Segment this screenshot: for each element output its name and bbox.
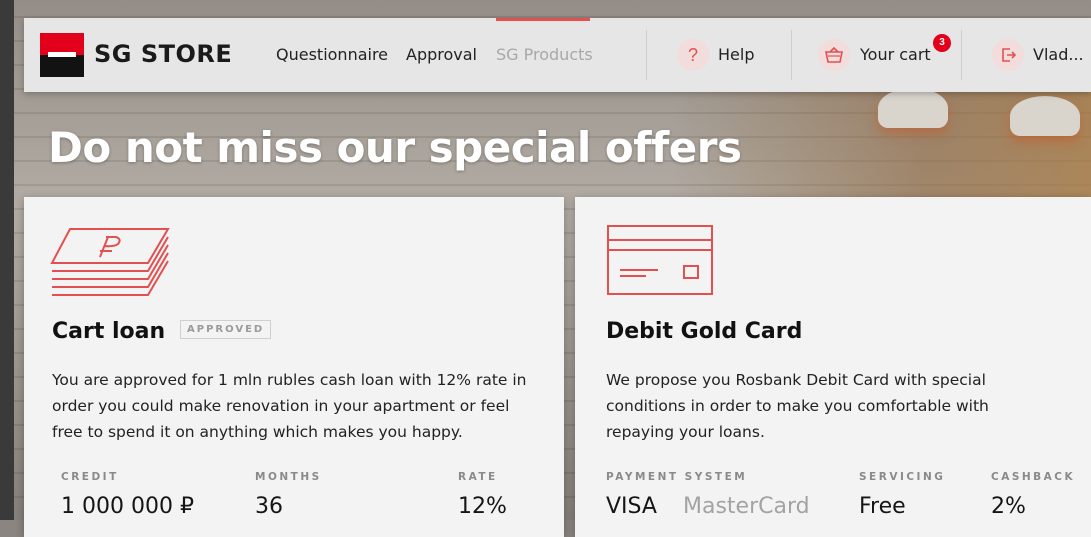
rate-value: 12% bbox=[458, 494, 507, 519]
offer-card-cart-loan[interactable]: Cart loan APPROVED You are approved for … bbox=[24, 197, 564, 537]
active-tab-indicator bbox=[496, 18, 590, 21]
lamp-decoration bbox=[1010, 96, 1080, 136]
servicing-label: SERVICING bbox=[859, 471, 946, 483]
lamp-decoration bbox=[878, 88, 948, 128]
status-badge: APPROVED bbox=[180, 320, 272, 339]
shopping-basket-icon[interactable] bbox=[818, 39, 850, 71]
offer-title: Cart loan bbox=[52, 319, 166, 344]
cashback-label: CASHBACK bbox=[991, 471, 1076, 483]
divider bbox=[646, 30, 647, 80]
rate-label: RATE bbox=[458, 471, 498, 483]
cashback-value: 2% bbox=[991, 494, 1026, 519]
months-label: MONTHS bbox=[255, 471, 322, 483]
top-navbar: SG STORE Questionnaire Approval SG Produ… bbox=[24, 18, 1091, 92]
months-value: 36 bbox=[255, 494, 283, 519]
cash-stack-icon bbox=[50, 228, 170, 296]
credit-label: CREDIT bbox=[61, 471, 119, 483]
offer-description: We propose you Rosbank Debit Card with s… bbox=[606, 371, 989, 441]
offer-title: Debit Gold Card bbox=[606, 319, 803, 344]
offer-description: You are approved for 1 mln rubles cash l… bbox=[52, 371, 527, 441]
offer-card-debit-gold[interactable]: Debit Gold Card We propose you Rosbank D… bbox=[575, 197, 1091, 537]
help-icon[interactable]: ? bbox=[677, 39, 709, 71]
payment-mastercard-option[interactable]: MasterCard bbox=[683, 494, 810, 519]
nav-approval[interactable]: Approval bbox=[406, 45, 477, 64]
credit-value: 1 000 000 ₽ bbox=[61, 494, 194, 519]
divider bbox=[961, 30, 962, 80]
brand-name[interactable]: SG STORE bbox=[94, 40, 232, 68]
page-title: Do not miss our special offers bbox=[48, 123, 742, 172]
cart-count-badge: 3 bbox=[933, 34, 951, 52]
nav-questionnaire[interactable]: Questionnaire bbox=[276, 45, 388, 64]
payment-visa-option[interactable]: VISA bbox=[606, 494, 657, 519]
background-edge bbox=[0, 0, 14, 520]
user-menu[interactable]: Vlad... bbox=[1033, 45, 1084, 64]
sg-logo[interactable] bbox=[40, 33, 84, 77]
logout-icon[interactable] bbox=[992, 39, 1024, 71]
help-link[interactable]: Help bbox=[718, 45, 754, 64]
bank-card-icon bbox=[607, 225, 713, 295]
divider bbox=[791, 30, 792, 80]
cart-link[interactable]: Your cart bbox=[860, 45, 931, 64]
payment-system-label: PAYMENT SYSTEM bbox=[606, 471, 748, 483]
nav-sg-products[interactable]: SG Products bbox=[496, 45, 593, 64]
servicing-value: Free bbox=[859, 494, 906, 519]
